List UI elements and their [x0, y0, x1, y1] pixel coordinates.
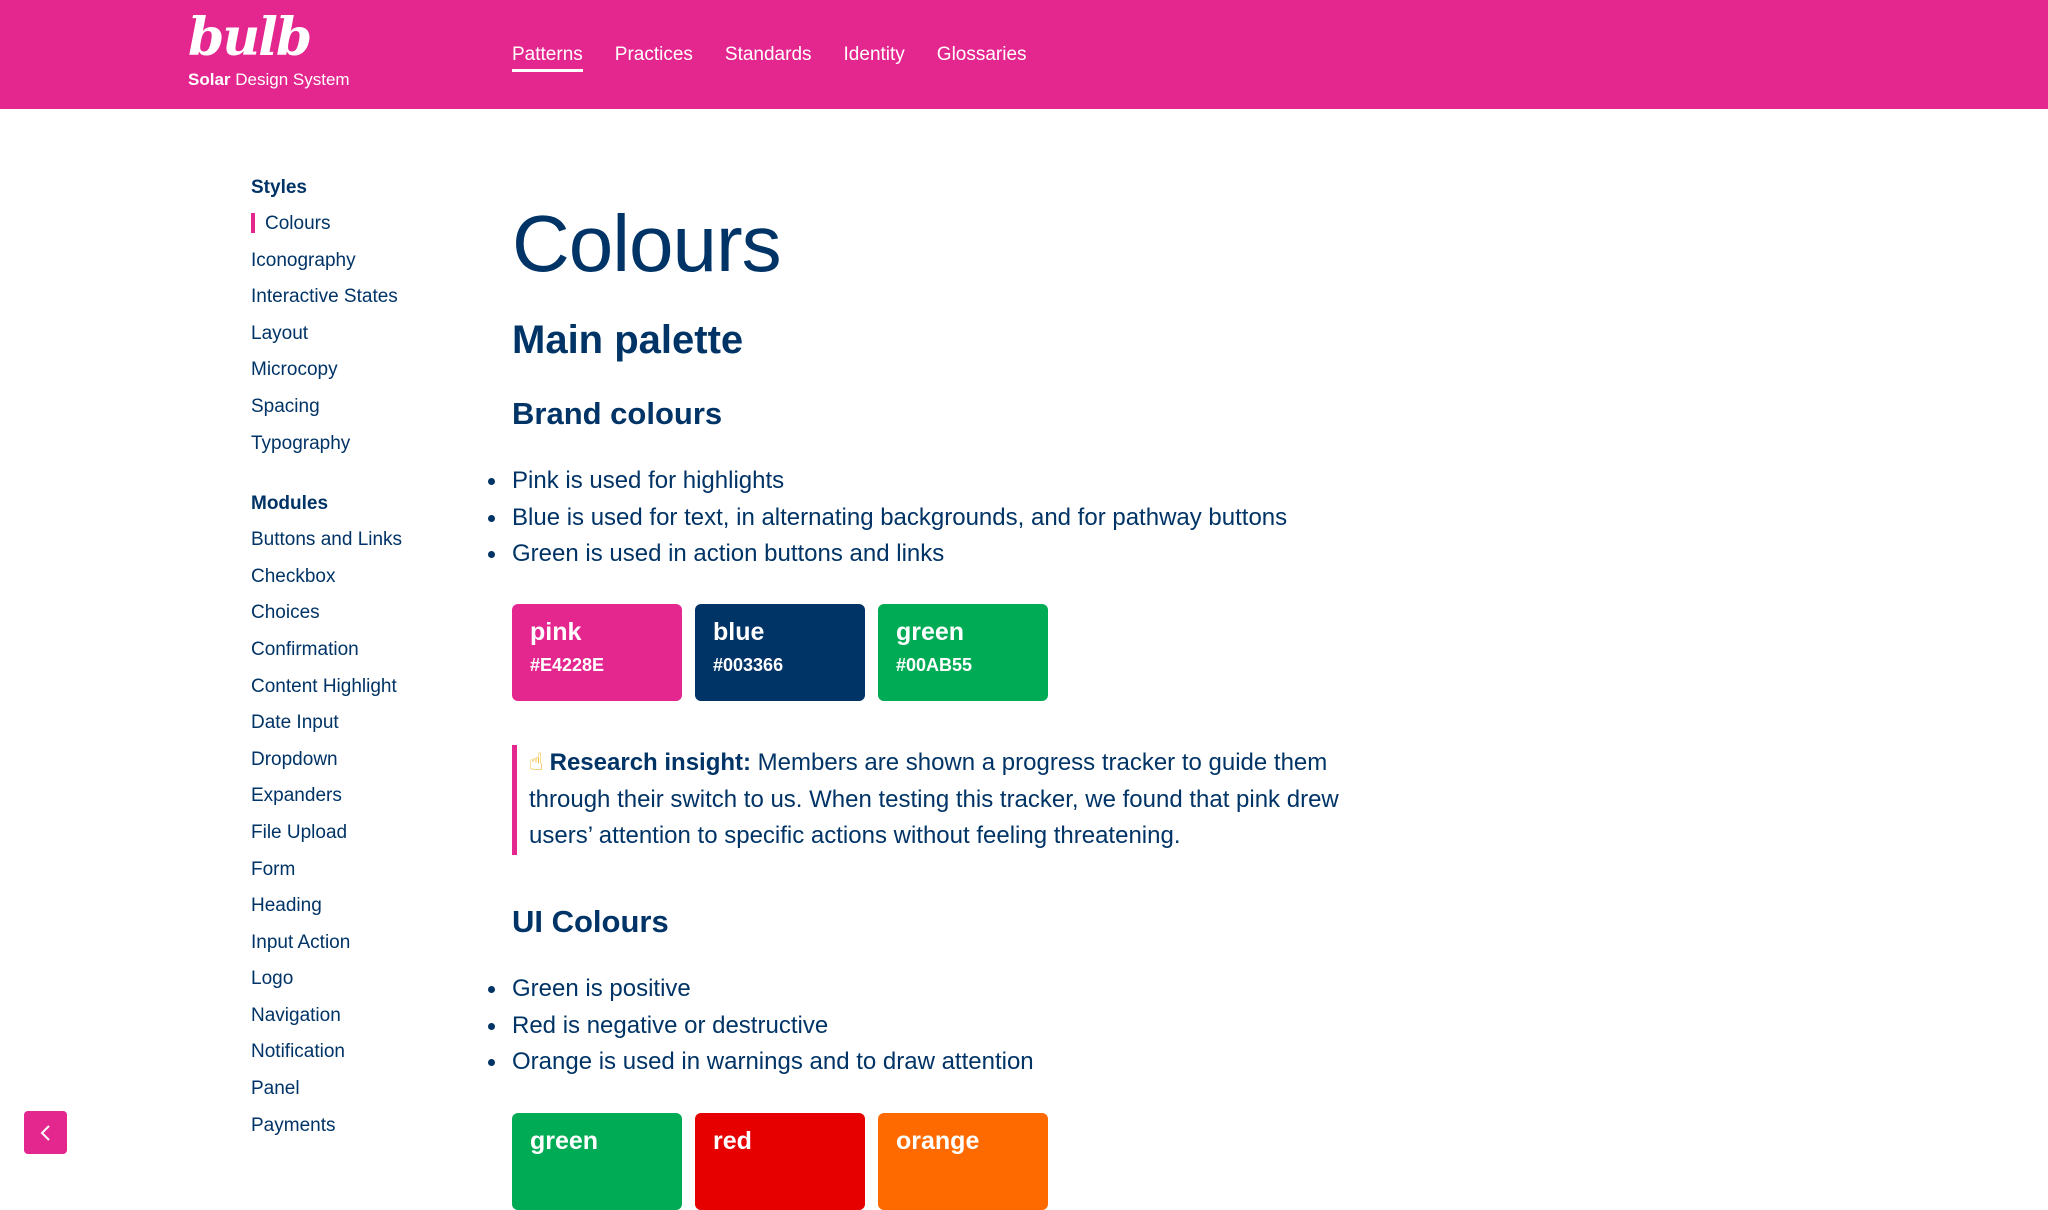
sidebar-item-date-input[interactable]: Date Input — [251, 710, 451, 747]
logo-subtitle: Solar Design System — [188, 70, 350, 89]
sidebar-item-payments[interactable]: Payments — [251, 1113, 451, 1150]
list-item: Green is positive — [488, 974, 1034, 1011]
list-item: Green is used in action buttons and link… — [487, 539, 1287, 576]
sidebar-item-colours[interactable]: Colours — [251, 211, 451, 248]
main-palette-heading: Main palette — [512, 318, 744, 362]
insight-text: Members are shown a progress tracker to … — [751, 749, 1328, 776]
sidebar-heading-styles: Styles — [251, 177, 307, 198]
top-bar: bulb Solar Design System Patterns Practi… — [0, 0, 2048, 109]
brand-colours-list: Pink is used for highlights Blue is used… — [487, 466, 1287, 576]
swatch-pink: pink #E4228E — [512, 604, 682, 701]
nav-practices[interactable]: Practices — [615, 44, 693, 72]
nav-glossaries[interactable]: Glossaries — [937, 44, 1027, 72]
swatch-red: red — [695, 1113, 865, 1210]
sidebar-item-iconography[interactable]: Iconography — [251, 248, 451, 285]
sidebar-item-spacing[interactable]: Spacing — [251, 394, 451, 431]
sidebar-item-checkbox[interactable]: Checkbox — [251, 564, 451, 601]
brand-swatches: pink #E4228E blue #003366 green #00AB55 — [512, 604, 1061, 701]
logo[interactable]: bulb Solar Design System — [188, 10, 350, 90]
swatch-name: pink — [530, 618, 582, 646]
nav-standards[interactable]: Standards — [725, 44, 812, 72]
swatch-green: green — [512, 1113, 682, 1210]
swatch-name: green — [896, 618, 965, 646]
sidebar-heading-modules: Modules — [251, 493, 329, 515]
swatch-hex: #003366 — [713, 655, 784, 675]
top-navigation: Patterns Practices Standards Identity Gl… — [512, 44, 1059, 72]
sidebar-item-expanders[interactable]: Expanders — [251, 783, 451, 820]
page-title: Colours — [512, 199, 782, 288]
insight-text: through their switch to us. When testing… — [529, 785, 1339, 813]
sidebar-item-buttons-and-links[interactable]: Buttons and Links — [251, 527, 451, 564]
swatch-hex: #00AB55 — [896, 655, 973, 675]
research-insight-callout: ☝ Research insight: Members are shown a p… — [512, 745, 1432, 855]
swatch-blue: blue #003366 — [695, 604, 865, 701]
sidebar-item-interactive-states[interactable]: Interactive States — [251, 284, 451, 321]
sidebar: Styles Colours Iconography Interactive S… — [251, 175, 451, 1149]
ui-colours-heading: UI Colours — [512, 904, 669, 939]
nav-identity[interactable]: Identity — [844, 44, 905, 72]
swatch-green: green #00AB55 — [878, 604, 1048, 701]
sidebar-item-microcopy[interactable]: Microcopy — [251, 357, 451, 394]
sidebar-item-panel[interactable]: Panel — [251, 1076, 451, 1113]
sidebar-item-input-action[interactable]: Input Action — [251, 930, 451, 967]
brand-colours-heading: Brand colours — [512, 396, 723, 431]
list-item: Blue is used for text, in alternating ba… — [487, 503, 1287, 540]
sidebar-item-file-upload[interactable]: File Upload — [251, 820, 451, 857]
sidebar-item-heading[interactable]: Heading — [251, 893, 451, 930]
sidebar-item-confirmation[interactable]: Confirmation — [251, 637, 451, 674]
ui-colours-list: Green is positive Red is negative or des… — [488, 974, 1034, 1084]
list-item: Orange is used in warnings and to draw a… — [488, 1047, 1034, 1084]
sidebar-item-dropdown[interactable]: Dropdown — [251, 747, 451, 784]
pointing-finger-icon: ☝ — [529, 749, 544, 776]
sidebar-item-navigation[interactable]: Navigation — [251, 1003, 451, 1040]
bulb-logo-mark: bulb — [188, 7, 312, 68]
sidebar-item-choices[interactable]: Choices — [251, 600, 451, 637]
collapse-sidebar-button[interactable] — [24, 1111, 67, 1154]
insight-label: Research insight: — [549, 749, 752, 776]
swatch-orange: orange — [878, 1113, 1048, 1210]
ui-swatches: green red orange — [512, 1113, 1061, 1210]
chevron-left-icon — [40, 1124, 50, 1141]
swatch-name: blue — [713, 618, 765, 646]
nav-patterns[interactable]: Patterns — [512, 44, 583, 72]
sidebar-item-logo[interactable]: Logo — [251, 966, 451, 1003]
sidebar-item-content-highlight[interactable]: Content Highlight — [251, 674, 451, 711]
insight-text: users’ attention to specific actions wit… — [529, 822, 1181, 850]
sidebar-item-typography[interactable]: Typography — [251, 431, 451, 468]
list-item: Pink is used for highlights — [487, 466, 1287, 503]
sidebar-item-form[interactable]: Form — [251, 857, 451, 894]
swatch-hex: #E4228E — [530, 655, 605, 675]
sidebar-item-layout[interactable]: Layout — [251, 321, 451, 358]
list-item: Red is negative or destructive — [488, 1011, 1034, 1048]
sidebar-item-notification[interactable]: Notification — [251, 1039, 451, 1076]
